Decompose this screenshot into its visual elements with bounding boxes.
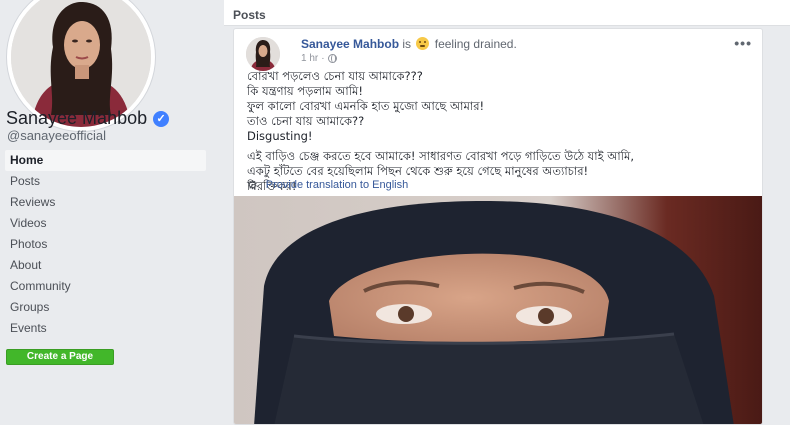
post-feeling-text: feeling drained. [434,37,517,51]
post-header: Sanayee Mahbob is feeling drained. [301,37,517,51]
page-name[interactable]: Sanayee Mahbob ✓ [6,108,170,129]
post-text-line: বোরখা পড়লেও চেনা যায় আমাকে??? [247,69,423,83]
post-text-line: একটু হাঁটতে বের হয়েছিলাম পিছন থেকে শুরু… [247,164,589,178]
post-avatar-photo [246,37,280,71]
nav-item-videos[interactable]: Videos [5,213,206,234]
post-body-text: বোরখা পড়লেও চেনা যায় আমাকে??? কি যন্ত্… [247,69,757,194]
nav-item-reviews[interactable]: Reviews [5,192,206,213]
post-text-line: ফুল কালো বোরখা এমনকি হাত মুজো আছে আমার! [247,99,485,113]
page-sidebar: Sanayee Mahbob ✓ @sanayeeofficial Home P… [0,0,215,425]
nav-item-community[interactable]: Community [5,276,206,297]
posts-section-title: Posts [233,8,266,22]
page-name-text: Sanayee Mahbob [6,108,148,128]
nav-item-home[interactable]: Home [5,150,206,171]
post-author-link[interactable]: Sanayee Mahbob [301,37,399,51]
verified-badge-icon: ✓ [153,110,170,127]
posts-section-header: Posts [224,0,790,26]
post-text-line: তাও চেনা যায় আমাকে?? [247,114,365,128]
post-card: Sanayee Mahbob is feeling drained. 1 hr … [233,28,763,425]
post-text-line: Disgusting! [247,129,313,143]
globe-icon[interactable] [327,54,337,63]
post-is-text: is [402,37,412,51]
post-meta: 1 hr · [301,53,337,64]
post-timestamp[interactable]: 1 hr [301,53,318,64]
create-page-button[interactable]: Create a Page [6,349,114,365]
nav-item-about[interactable]: About [5,255,206,276]
drained-emoji-icon [416,37,430,50]
post-text-line: এই বাড়িও চেঞ্জ করতে হবে আমাকে! সাধারণত … [247,149,634,163]
page-nav: Home Posts Reviews Videos Photos About C… [5,150,206,339]
meta-separator: · [321,53,325,64]
nav-item-photos[interactable]: Photos [5,234,206,255]
post-author-avatar[interactable] [246,37,280,71]
nav-item-posts[interactable]: Posts [5,171,206,192]
post-text-line: কি যন্ত্রণায় পড়লাম আমি! [247,84,363,98]
translate-link[interactable]: ⚙ Provide translation to English [247,178,408,192]
more-options-icon[interactable]: ••• [734,35,752,51]
translate-label: Provide translation to English [265,179,409,191]
post-photo-image [234,196,762,424]
nav-item-events[interactable]: Events [5,318,206,339]
page-handle[interactable]: @sanayeeofficial [7,128,106,143]
gear-icon: ⚙ [247,178,258,192]
nav-item-groups[interactable]: Groups [5,297,206,318]
post-photo[interactable] [234,196,762,424]
